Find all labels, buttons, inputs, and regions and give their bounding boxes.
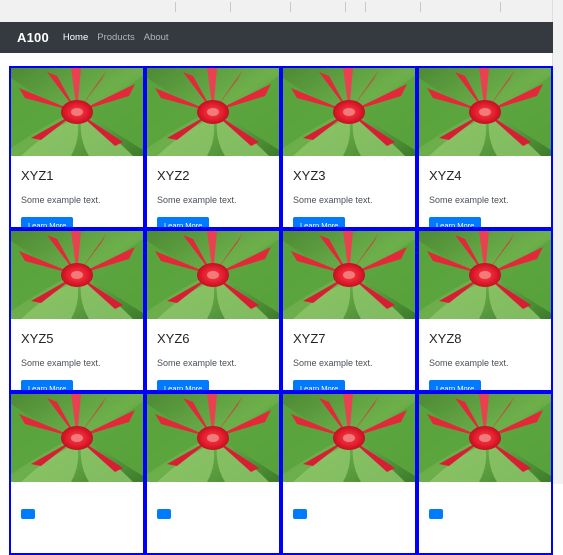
navbar: A100 Home Products About: [0, 22, 553, 53]
card-text: Some example text.: [157, 358, 237, 368]
card-body: [283, 482, 415, 524]
card-text: Some example text.: [429, 195, 509, 205]
card-image: [11, 394, 143, 482]
card-image: [419, 394, 551, 482]
learn-more-button[interactable]: Learn More: [157, 217, 210, 227]
card-body: [419, 482, 551, 524]
learn-more-button[interactable]: [293, 509, 307, 519]
card-title: XYZ2: [157, 168, 190, 183]
card-text: Some example text.: [157, 195, 237, 205]
card-text: Some example text.: [21, 195, 101, 205]
card-body: XYZ1 Some example text. Learn More: [11, 156, 143, 227]
card-title: XYZ4: [429, 168, 462, 183]
learn-more-button[interactable]: Learn More: [157, 380, 210, 390]
nav-home-link[interactable]: Home: [63, 32, 88, 43]
product-card: [281, 392, 417, 555]
product-card: XYZ1 Some example text. Learn More: [9, 66, 145, 229]
learn-more-button[interactable]: Learn More: [429, 217, 482, 227]
card-title: XYZ6: [157, 331, 190, 346]
learn-more-button[interactable]: [157, 509, 171, 519]
card-image: [11, 231, 143, 319]
card-title: XYZ5: [21, 331, 54, 346]
card-text: Some example text.: [21, 358, 101, 368]
learn-more-button[interactable]: Learn More: [429, 380, 482, 390]
card-image: [147, 231, 279, 319]
product-card: XYZ8 Some example text. Learn More: [417, 229, 553, 392]
product-card: XYZ6 Some example text. Learn More: [145, 229, 281, 392]
learn-more-button[interactable]: [21, 509, 35, 519]
product-card-grid: XYZ1 Some example text. Learn More XYZ2 …: [9, 66, 553, 555]
product-card: XYZ4 Some example text. Learn More: [417, 66, 553, 229]
product-card: XYZ5 Some example text. Learn More: [9, 229, 145, 392]
product-card: XYZ3 Some example text. Learn More: [281, 66, 417, 229]
product-card: XYZ7 Some example text. Learn More: [281, 229, 417, 392]
card-body: XYZ7 Some example text. Learn More: [283, 319, 415, 390]
nav-products-link[interactable]: Products: [97, 32, 135, 43]
card-title: XYZ8: [429, 331, 462, 346]
browser-top-strip: [0, 0, 563, 23]
card-image: [419, 231, 551, 319]
nav-about-link[interactable]: About: [144, 32, 169, 43]
card-image: [283, 394, 415, 482]
product-card: [9, 392, 145, 555]
card-body: [11, 482, 143, 524]
card-body: XYZ2 Some example text. Learn More: [147, 156, 279, 227]
card-image: [147, 394, 279, 482]
card-image: [147, 68, 279, 156]
learn-more-button[interactable]: Learn More: [293, 380, 346, 390]
learn-more-button[interactable]: Learn More: [21, 217, 74, 227]
learn-more-button[interactable]: Learn More: [293, 217, 346, 227]
card-title: XYZ7: [293, 331, 326, 346]
card-image: [419, 68, 551, 156]
card-body: [147, 482, 279, 524]
product-card: [145, 392, 281, 555]
product-card: XYZ2 Some example text. Learn More: [145, 66, 281, 229]
card-text: Some example text.: [293, 195, 373, 205]
learn-more-button[interactable]: Learn More: [21, 380, 74, 390]
card-image: [283, 231, 415, 319]
learn-more-button[interactable]: [429, 509, 443, 519]
card-body: XYZ8 Some example text. Learn More: [419, 319, 551, 390]
card-text: Some example text.: [293, 358, 373, 368]
card-title: XYZ1: [21, 168, 54, 183]
card-text: Some example text.: [429, 358, 509, 368]
product-card: [417, 392, 553, 555]
card-image: [11, 68, 143, 156]
window-edge: [552, 0, 563, 484]
brand-logo[interactable]: A100: [17, 30, 49, 45]
card-body: XYZ6 Some example text. Learn More: [147, 319, 279, 390]
card-body: XYZ4 Some example text. Learn More: [419, 156, 551, 227]
card-image: [283, 68, 415, 156]
card-body: XYZ5 Some example text. Learn More: [11, 319, 143, 390]
card-body: XYZ3 Some example text. Learn More: [283, 156, 415, 227]
card-title: XYZ3: [293, 168, 326, 183]
